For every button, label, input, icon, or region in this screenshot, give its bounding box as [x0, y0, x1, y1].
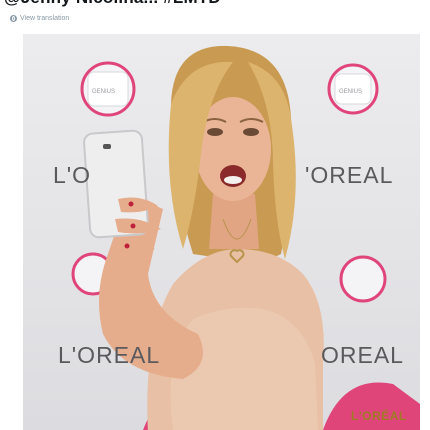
tweet-post: @Jenny Nicolina... #LMTD View translatio… [0, 0, 430, 430]
brand-wall-text-4: OREAL [321, 342, 404, 368]
genius-badge-text-right: GENIUS [339, 89, 363, 95]
brand-wall-text-1: L'O [53, 162, 92, 188]
view-translation-link[interactable]: View translation [10, 15, 69, 22]
brand-gold-text: L'ORÉAL [351, 409, 407, 423]
globe-icon [10, 15, 17, 22]
genius-badge-text-left: GENIUS [92, 89, 116, 95]
tweet-photo[interactable]: L'O 'OREAL L'OREAL OREAL L'ORÉAL GENIUS … [23, 34, 420, 430]
brand-wall-text-3: L'OREAL [58, 342, 161, 368]
view-translation-label: View translation [20, 15, 70, 22]
tweet-text: @Jenny Nicolina... #LMTD [4, 0, 221, 8]
brand-wall-text-2: 'OREAL [305, 162, 394, 188]
